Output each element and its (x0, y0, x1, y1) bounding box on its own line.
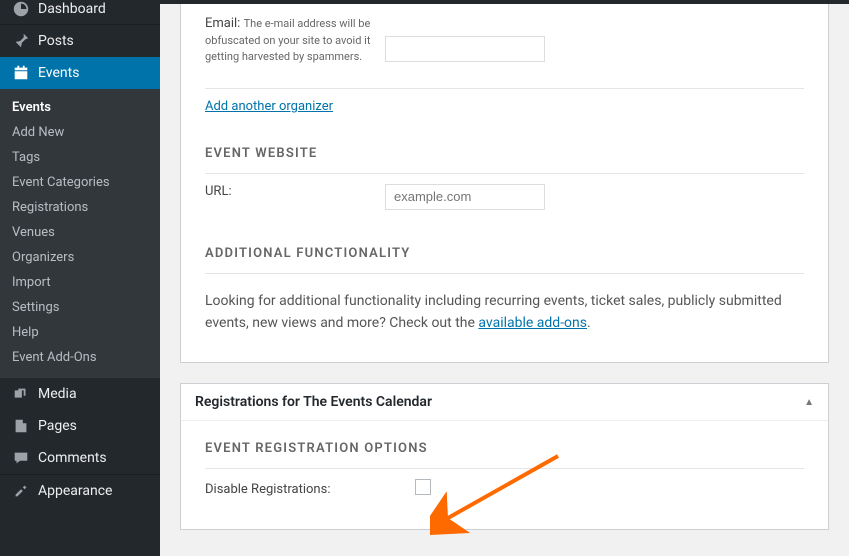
dashboard-icon (12, 0, 32, 18)
submenu-add-new[interactable]: Add New (0, 120, 160, 145)
events-submenu: Events Add New Tags Event Categories Reg… (0, 89, 160, 378)
menu-events[interactable]: Events (0, 57, 160, 89)
menu-label: Comments (38, 450, 107, 466)
submenu-event-addons[interactable]: Event Add-Ons (0, 345, 160, 370)
comments-icon (12, 449, 32, 467)
email-field-cell: Email: The e-mail address will be obfusc… (205, 16, 385, 66)
menu-posts[interactable]: Posts (0, 25, 160, 57)
menu-label: Posts (38, 33, 74, 49)
appearance-icon (12, 482, 32, 500)
available-addons-link[interactable]: available add-ons (478, 315, 587, 331)
pages-icon (12, 417, 32, 435)
menu-dashboard[interactable]: Dashboard (0, 0, 160, 24)
menu-label: Appearance (38, 483, 112, 499)
divider (205, 273, 804, 274)
admin-sidebar: Dashboard Posts Events Events Add New Ta… (0, 0, 160, 556)
additional-functionality-heading: ADDITIONAL FUNCTIONALITY (205, 246, 804, 261)
calendar-icon (12, 64, 32, 82)
add-organizer-link[interactable]: Add another organizer (205, 99, 333, 114)
menu-label: Pages (38, 418, 77, 434)
menu-appearance[interactable]: Appearance (0, 475, 160, 507)
url-label: URL: (205, 184, 385, 199)
registration-options-heading: EVENT REGISTRATION OPTIONS (205, 441, 804, 456)
disable-registrations-label: Disable Registrations: (205, 482, 415, 497)
submenu-venues[interactable]: Venues (0, 220, 160, 245)
menu-comments[interactable]: Comments (0, 442, 160, 474)
submenu-tags[interactable]: Tags (0, 145, 160, 170)
organizer-email-input[interactable] (385, 36, 545, 62)
email-label: Email: (205, 16, 240, 31)
menu-label: Events (38, 65, 79, 81)
submenu-registrations[interactable]: Registrations (0, 195, 160, 220)
submenu-organizers[interactable]: Organizers (0, 245, 160, 270)
submenu-event-categories[interactable]: Event Categories (0, 170, 160, 195)
pin-icon (12, 32, 32, 50)
registrations-metabox: Registrations for The Events Calendar ▲ … (180, 383, 829, 530)
menu-label: Dashboard (38, 1, 106, 17)
submenu-import[interactable]: Import (0, 270, 160, 295)
menu-media[interactable]: Media (0, 378, 160, 410)
event-url-input[interactable] (385, 184, 545, 210)
media-icon (12, 385, 32, 403)
content-area: Email: The e-mail address will be obfusc… (160, 4, 849, 556)
chevron-up-icon: ▲ (804, 397, 814, 408)
submenu-events[interactable]: Events (0, 95, 160, 120)
event-website-heading: EVENT WEBSITE (205, 146, 804, 161)
disable-registrations-checkbox[interactable] (415, 479, 431, 495)
submenu-settings[interactable]: Settings (0, 295, 160, 320)
additional-functionality-text: Looking for additional functionality inc… (205, 290, 804, 335)
menu-label: Media (38, 386, 77, 402)
registrations-panel-title: Registrations for The Events Calendar (195, 394, 432, 410)
submenu-help[interactable]: Help (0, 320, 160, 345)
registrations-metabox-toggle[interactable]: Registrations for The Events Calendar ▲ (181, 384, 828, 421)
menu-pages[interactable]: Pages (0, 410, 160, 442)
event-details-metabox: Email: The e-mail address will be obfusc… (180, 4, 829, 363)
